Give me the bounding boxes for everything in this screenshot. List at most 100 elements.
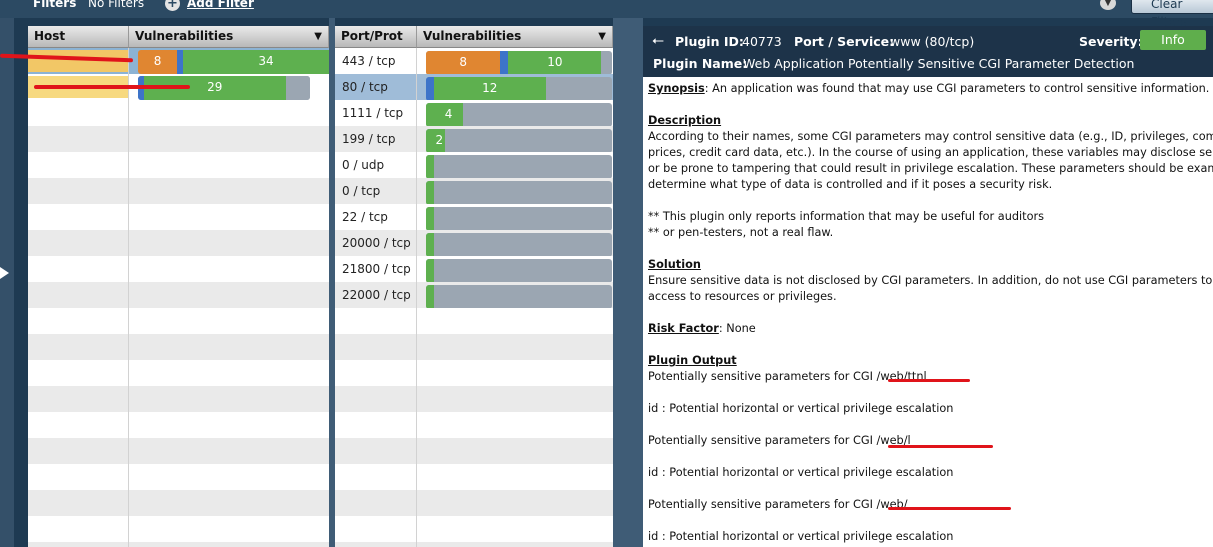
table-row xyxy=(28,100,329,126)
low-segment xyxy=(426,207,434,231)
vulnerability-bar[interactable]: 12 xyxy=(426,77,612,101)
vulnerability-bar[interactable] xyxy=(426,285,612,309)
info-segment: 12 xyxy=(434,77,546,101)
table-row xyxy=(335,386,613,412)
table-row xyxy=(28,230,329,256)
host-panel: Host Vulnerabilities ▼ 8 34 29 xyxy=(28,26,329,547)
plugin-id-label: Plugin ID: xyxy=(675,34,744,49)
host-column-header[interactable]: Host xyxy=(28,26,129,48)
output-line: id : Potential horizontal or vertical pr… xyxy=(648,466,954,479)
back-arrow-icon[interactable]: ⭠ xyxy=(652,31,664,49)
port-panel: Port/Prot Vulnerabilities ▼ 443 / tcp 8 10 8… xyxy=(335,26,613,547)
table-row[interactable]: 20000 / tcp xyxy=(335,230,613,257)
vulnerability-bar[interactable] xyxy=(426,155,612,179)
medium-segment: 8 xyxy=(138,50,178,74)
low-segment xyxy=(426,77,434,101)
low-segment xyxy=(426,259,434,283)
table-row[interactable]: 199 / tcp 2 xyxy=(335,126,613,153)
low-segment xyxy=(426,233,434,257)
plus-icon[interactable]: + xyxy=(165,0,180,11)
info-segment: 4 xyxy=(434,103,464,127)
redaction-mark xyxy=(888,445,993,448)
table-row xyxy=(28,386,329,412)
host-vulns-column-header[interactable]: Vulnerabilities ▼ xyxy=(129,26,329,48)
add-filter-link[interactable]: Add Filter xyxy=(187,0,254,10)
table-row[interactable]: 21800 / tcp xyxy=(335,256,613,283)
bar-remainder xyxy=(285,76,310,100)
redaction-mark xyxy=(34,85,190,89)
port-protocol: 21800 / tcp xyxy=(342,262,411,276)
clear-filters-button[interactable]: Clear Filters xyxy=(1131,0,1213,29)
vulnerability-bar[interactable] xyxy=(426,259,612,283)
description-line: According to their names, some CGI param… xyxy=(648,130,1213,143)
low-segment xyxy=(426,103,434,127)
output-line: id : Potential horizontal or vertical pr… xyxy=(648,530,954,543)
port-protocol: 443 / tcp xyxy=(342,54,396,68)
table-row xyxy=(335,542,613,547)
severity-badge[interactable]: Info xyxy=(1140,30,1206,50)
table-row xyxy=(28,360,329,386)
port-protocol: 22 / tcp xyxy=(342,210,388,224)
plugin-body: Synopsis: An application was found that … xyxy=(648,81,1213,545)
low-segment xyxy=(500,51,509,75)
table-row xyxy=(335,334,613,360)
table-row[interactable]: 0 / udp xyxy=(335,152,613,179)
table-row xyxy=(335,412,613,438)
vulnerability-bar[interactable] xyxy=(426,181,612,205)
plugin-name-label: Plugin Name: xyxy=(653,56,748,71)
low-segment xyxy=(426,181,434,205)
vulnerability-bar[interactable]: 8 34 xyxy=(138,50,329,74)
table-row[interactable]: 0 / tcp xyxy=(335,178,613,205)
table-row[interactable]: 22 / tcp xyxy=(335,204,613,231)
sort-arrow-icon[interactable]: ▼ xyxy=(314,26,322,47)
risk-factor-heading: Risk Factor xyxy=(648,322,719,335)
table-row xyxy=(28,204,329,230)
plugin-name: Web Application Potentially Sensitive CG… xyxy=(743,56,1135,71)
sort-arrow-icon[interactable]: ▼ xyxy=(598,26,606,47)
port-service-label: Port / Service: xyxy=(794,34,895,49)
table-row[interactable]: 22000 / tcp xyxy=(335,282,613,309)
port-protocol: 1111 / tcp xyxy=(342,106,404,120)
table-row[interactable]: 1111 / tcp 4 xyxy=(335,100,613,127)
table-row[interactable]: 80 / tcp 12 xyxy=(335,74,613,101)
low-segment xyxy=(426,129,434,153)
vulnerability-bar[interactable]: 8 10 xyxy=(426,51,612,75)
filter-bar: Filters No Filters + Add Filter ▼ Clear … xyxy=(0,0,1213,29)
port-vulns-column-header[interactable]: Vulnerabilities ▼ xyxy=(417,26,613,48)
info-segment: 2 xyxy=(434,129,445,153)
divider xyxy=(613,18,643,547)
description-line: or be prone to tampering that could resu… xyxy=(648,162,1213,175)
plugin-output-heading: Plugin Output xyxy=(648,354,737,367)
table-row xyxy=(28,308,329,334)
medium-segment: 8 xyxy=(426,51,501,75)
expand-arrow-icon[interactable] xyxy=(0,267,9,279)
vulnerability-bar[interactable] xyxy=(426,207,612,231)
low-segment xyxy=(426,155,434,179)
table-row xyxy=(28,178,329,204)
info-segment: 34 xyxy=(183,50,329,74)
note-line: ** or pen-testers, not a real flaw. xyxy=(648,226,834,239)
table-row[interactable]: 443 / tcp 8 10 xyxy=(335,48,613,75)
vulnerability-bar[interactable] xyxy=(426,233,612,257)
port-protocol: 80 / tcp xyxy=(342,80,388,94)
output-line: Potentially sensitive parameters for CGI… xyxy=(648,498,908,511)
table-row[interactable]: 8 34 xyxy=(28,48,329,74)
port-protocol: 199 / tcp xyxy=(342,132,396,146)
output-line: id : Potential horizontal or vertical pr… xyxy=(648,402,954,415)
vulnerability-bar[interactable]: 2 xyxy=(426,129,612,153)
chevron-down-icon[interactable]: ▼ xyxy=(1100,0,1116,10)
table-row xyxy=(28,542,329,547)
redaction-mark xyxy=(888,379,970,382)
risk-factor-value: : None xyxy=(718,322,756,335)
plugin-header: ⭠ Plugin ID: 40773 Port / Service: www (… xyxy=(643,26,1213,77)
info-segment: 10 xyxy=(508,51,602,75)
table-row xyxy=(335,360,613,386)
low-segment xyxy=(426,285,434,309)
port-column-header[interactable]: Port/Prot xyxy=(335,26,417,48)
solution-heading: Solution xyxy=(648,258,701,271)
vulnerability-bar[interactable]: 4 xyxy=(426,103,612,127)
table-row xyxy=(28,490,329,516)
port-protocol: 0 / udp xyxy=(342,158,385,172)
filters-value: No Filters xyxy=(88,0,145,10)
description-line: prices, credit card data, etc.). In the … xyxy=(648,146,1213,159)
